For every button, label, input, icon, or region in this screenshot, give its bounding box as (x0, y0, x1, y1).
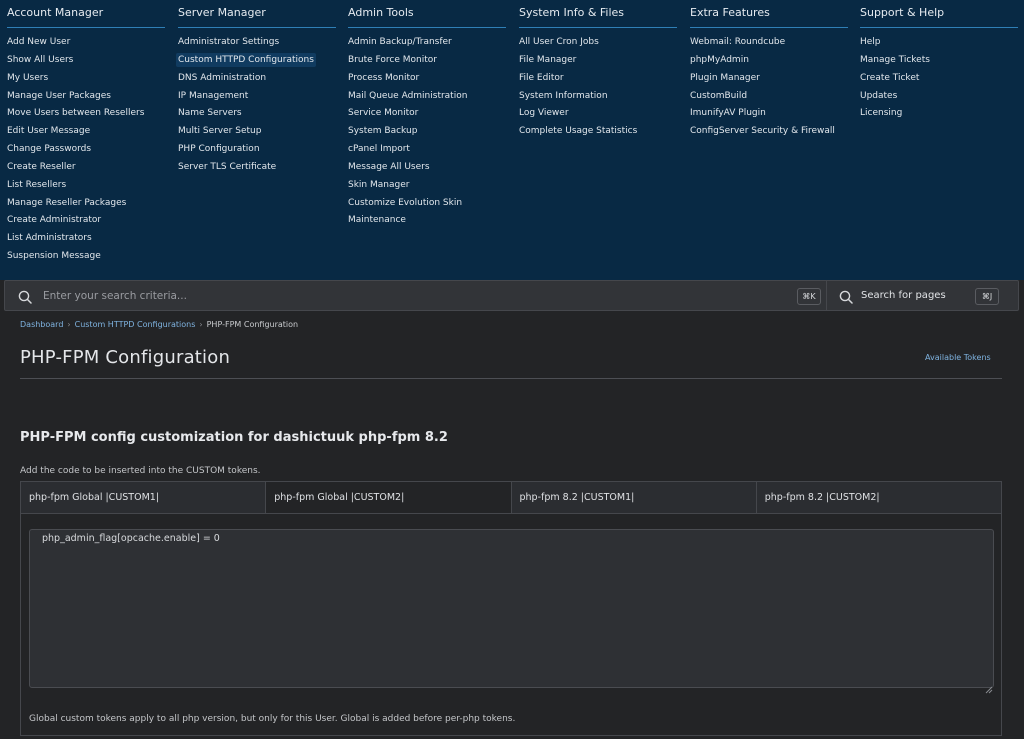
menu-list: Help Manage Tickets Create Ticket Update… (860, 35, 932, 124)
menu-item[interactable]: Multi Server Setup (178, 124, 316, 142)
search-shortcut-badge: ⌘K (797, 288, 821, 305)
menu-item[interactable]: Maintenance (348, 213, 469, 231)
custom-token-code-editor[interactable]: php_admin_flag[opcache.enable] = 0 (29, 529, 994, 688)
search-pages-button[interactable]: Search for pages (861, 290, 946, 301)
page-title: PHP-FPM Configuration (20, 347, 231, 368)
menu-item[interactable]: Customize Evolution Skin (348, 196, 469, 214)
menu-item[interactable]: Message All Users (348, 160, 469, 178)
menu-item[interactable]: Service Monitor (348, 106, 469, 124)
menu-item[interactable]: Log Viewer (519, 106, 639, 124)
chevron-right-icon: › (199, 320, 203, 329)
breadcrumb: Dashboard › Custom HTTPD Configurations › PH… (20, 320, 298, 329)
menu-item[interactable]: DNS Administration (178, 71, 316, 89)
help-text: Add the code to be inserted into the CUS… (20, 466, 261, 476)
menu-item[interactable]: List Administrators (7, 231, 146, 249)
tab-panel: php_admin_flag[opcache.enable] = 0 Globa… (20, 514, 1002, 736)
tab-php82-custom2[interactable]: php-fpm 8.2 |CUSTOM2| (756, 482, 1001, 513)
menu-item[interactable]: Manage User Packages (7, 89, 146, 107)
menu-column-title: Account Manager (7, 6, 165, 28)
menu-item[interactable]: Edit User Message (7, 124, 146, 142)
menu-item[interactable]: Add New User (7, 35, 146, 53)
menu-column-title: Server Manager (178, 6, 336, 28)
chevron-right-icon: › (67, 320, 71, 329)
menu-column-title: Support & Help (860, 6, 1018, 28)
menu-item[interactable]: Move Users between Resellers (7, 106, 146, 124)
menu-item[interactable]: Complete Usage Statistics (519, 124, 639, 142)
menu-list: Add New User Show All Users My Users Man… (7, 35, 146, 267)
menu-item-active[interactable]: Custom HTTPD Configurations (176, 52, 316, 71)
menu-item[interactable]: System Information (519, 89, 639, 107)
footnote-text: Global custom tokens apply to all php ve… (29, 714, 516, 724)
search-pages-icon[interactable] (839, 289, 853, 308)
resize-handle-icon[interactable] (985, 679, 993, 698)
breadcrumb-link-dashboard[interactable]: Dashboard (20, 320, 63, 329)
menu-item[interactable]: Create Reseller (7, 160, 146, 178)
menu-column-title: Admin Tools (348, 6, 506, 28)
menu-item[interactable]: cPanel Import (348, 142, 469, 160)
menu-item[interactable]: File Editor (519, 71, 639, 89)
menu-item[interactable]: Change Passwords (7, 142, 146, 160)
search-divider (826, 281, 827, 310)
menu-list: Admin Backup/Transfer Brute Force Monito… (348, 35, 469, 231)
title-divider (20, 378, 1002, 379)
menu-list: Webmail: Roundcube phpMyAdmin Plugin Man… (690, 35, 837, 142)
menu-item[interactable]: System Backup (348, 124, 469, 142)
menu-item[interactable]: Updates (860, 89, 932, 107)
menu-item[interactable]: Create Administrator (7, 213, 146, 231)
menu-item[interactable]: PHP Configuration (178, 142, 316, 160)
menu-item[interactable]: Licensing (860, 106, 932, 124)
tab-global-custom1[interactable]: php-fpm Global |CUSTOM1| (21, 482, 267, 513)
available-tokens-link[interactable]: Available Tokens (925, 353, 991, 362)
menu-item[interactable]: Mail Queue Administration (348, 89, 469, 107)
menu-item[interactable]: ImunifyAV Plugin (690, 106, 837, 124)
search-bar: ⌘K Search for pages ⌘J (4, 280, 1019, 311)
menu-item[interactable]: Name Servers (178, 106, 316, 124)
breadcrumb-link-custom-httpd[interactable]: Custom HTTPD Configurations (75, 320, 196, 329)
menu-column-title: Extra Features (690, 6, 848, 28)
menu-item[interactable]: ConfigServer Security & Firewall (690, 124, 837, 142)
token-tabs: php-fpm Global |CUSTOM1| php-fpm Global … (20, 481, 1002, 514)
menu-item[interactable]: Create Ticket (860, 71, 932, 89)
menu-item[interactable]: Plugin Manager (690, 71, 837, 89)
search-input[interactable] (43, 286, 783, 306)
menu-item[interactable]: List Resellers (7, 178, 146, 196)
menu-column-title: System Info & Files (519, 6, 677, 28)
menu-list: All User Cron Jobs File Manager File Edi… (519, 35, 639, 142)
menu-item[interactable]: Manage Reseller Packages (7, 196, 146, 214)
menu-list: Administrator Settings Custom HTTPD Conf… (176, 35, 316, 178)
breadcrumb-current: PHP-FPM Configuration (206, 320, 299, 329)
tab-php82-custom1[interactable]: php-fpm 8.2 |CUSTOM1| (511, 482, 757, 513)
menu-item[interactable]: Process Monitor (348, 71, 469, 89)
menu-item[interactable]: Manage Tickets (860, 53, 932, 71)
menu-item[interactable]: CustomBuild (690, 89, 837, 107)
search-pages-shortcut-badge: ⌘J (975, 288, 999, 305)
menu-item[interactable]: Webmail: Roundcube (690, 35, 837, 53)
menu-item[interactable]: IP Management (178, 89, 316, 107)
menu-item[interactable]: Brute Force Monitor (348, 53, 469, 71)
menu-item[interactable]: Skin Manager (348, 178, 469, 196)
tab-global-custom2[interactable]: php-fpm Global |CUSTOM2| (266, 482, 512, 513)
menu-item[interactable]: File Manager (519, 53, 639, 71)
search-icon (18, 289, 32, 308)
section-title: PHP-FPM config customization for dashict… (20, 430, 448, 445)
menu-item[interactable]: All User Cron Jobs (519, 35, 639, 53)
menu-item[interactable]: Help (860, 35, 932, 53)
menu-item[interactable]: Administrator Settings (178, 35, 316, 53)
menu-item[interactable]: Server TLS Certificate (178, 160, 316, 178)
menu-item[interactable]: Admin Backup/Transfer (348, 35, 469, 53)
mega-menu: Account Manager Add New User Show All Us… (0, 0, 1024, 280)
menu-item[interactable]: phpMyAdmin (690, 53, 837, 71)
menu-item[interactable]: Show All Users (7, 53, 146, 71)
menu-item[interactable]: My Users (7, 71, 146, 89)
menu-item[interactable]: Suspension Message (7, 249, 146, 267)
